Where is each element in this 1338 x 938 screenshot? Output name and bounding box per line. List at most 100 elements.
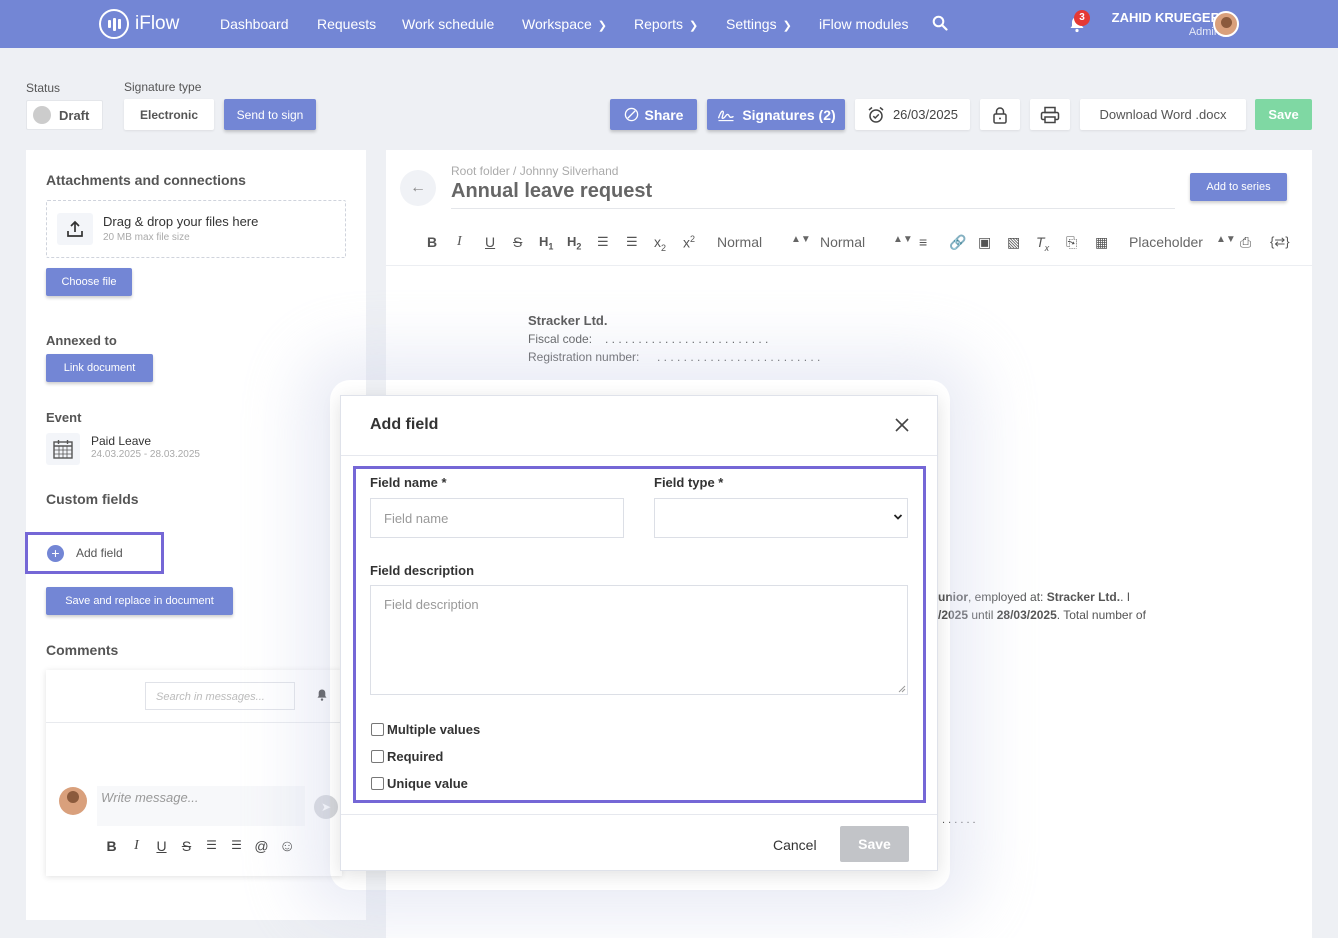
- field-description-textarea[interactable]: Field description: [370, 585, 908, 695]
- add-field-button[interactable]: + Add field: [25, 532, 164, 574]
- nav-settings[interactable]: Settings ❯: [726, 16, 792, 32]
- reminder-date-button[interactable]: 26/03/2025: [855, 99, 970, 130]
- cancel-button[interactable]: Cancel: [773, 837, 817, 853]
- download-word-button[interactable]: Download Word .docx: [1080, 99, 1246, 130]
- modal-save-button[interactable]: Save: [840, 826, 909, 862]
- required-checkbox[interactable]: [371, 750, 384, 763]
- chevron-right-icon: ❯: [689, 20, 699, 32]
- image-icon[interactable]: ▧: [1007, 234, 1020, 251]
- resize-handle-icon[interactable]: [898, 685, 906, 693]
- link-icon[interactable]: 🔗: [949, 234, 966, 251]
- format-select-1[interactable]: Normal: [717, 234, 762, 250]
- strikethrough-icon[interactable]: S: [513, 234, 522, 250]
- plus-circle-icon: +: [47, 544, 64, 562]
- field-type-select[interactable]: [654, 498, 908, 538]
- nav-iflow-modules[interactable]: iFlow modules: [819, 16, 908, 32]
- arrow-left-icon: ←: [410, 179, 426, 196]
- share-button[interactable]: Share: [610, 99, 697, 130]
- doc-frag-rest: , employed at:: [968, 590, 1047, 604]
- doc-frag-end: . I: [1120, 590, 1131, 604]
- breadcrumb[interactable]: Root folder / Johnny Silverhand: [451, 164, 618, 178]
- heading-2-icon[interactable]: H2: [567, 234, 581, 252]
- align-icon[interactable]: ≡: [919, 234, 927, 250]
- bell-icon[interactable]: [316, 688, 328, 702]
- ordered-list-icon[interactable]: ☰: [204, 838, 219, 856]
- status-value: Draft: [59, 107, 90, 123]
- subscript-icon[interactable]: x2: [654, 234, 666, 253]
- choose-file-button[interactable]: Choose file: [46, 268, 132, 296]
- send-to-sign-button[interactable]: Send to sign: [224, 99, 316, 130]
- strikethrough-icon[interactable]: S: [179, 838, 194, 856]
- variables-icon[interactable]: {⇄}: [1270, 234, 1290, 250]
- italic-icon[interactable]: I: [457, 234, 462, 250]
- format-select-2[interactable]: Normal: [820, 234, 865, 250]
- nav-workspace[interactable]: Workspace ❯: [522, 16, 607, 32]
- multiple-values-checkbox[interactable]: [371, 723, 384, 736]
- chevron-right-icon: ❯: [782, 20, 792, 32]
- signature-type-select[interactable]: Electronic: [124, 99, 214, 130]
- file-dropzone[interactable]: Drag & drop your files here 20 MB max fi…: [46, 200, 346, 258]
- signatures-button[interactable]: Signatures (2): [707, 99, 845, 130]
- link-document-button[interactable]: Link document: [46, 354, 153, 382]
- doc-company: Stracker Ltd.: [528, 313, 608, 328]
- doc-fiscal-dots: . . . . . . . . . . . . . . . . . . . . …: [605, 332, 769, 346]
- write-message-input[interactable]: Write message...: [97, 786, 305, 826]
- annexed-title: Annexed to: [46, 333, 117, 348]
- placeholder-select[interactable]: Placeholder: [1129, 234, 1203, 250]
- top-navbar: iFlow Dashboard Requests Work schedule W…: [0, 0, 1338, 48]
- document-title[interactable]: Annual leave request: [451, 180, 652, 203]
- custom-fields-title: Custom fields: [46, 491, 139, 507]
- nav-work-schedule[interactable]: Work schedule: [402, 16, 494, 32]
- upload-icon-box: [57, 213, 93, 245]
- heading-1-icon[interactable]: H1: [539, 234, 553, 252]
- nav-reports[interactable]: Reports ❯: [634, 16, 698, 32]
- table-icon[interactable]: ▦: [1095, 234, 1108, 251]
- document-sync-icon[interactable]: ⎙: [1240, 234, 1251, 251]
- search-icon[interactable]: [932, 15, 948, 31]
- save-replace-button[interactable]: Save and replace in document: [46, 587, 233, 615]
- user-name[interactable]: ZAHID KRUEGER: [1112, 10, 1220, 25]
- status-label: Status: [26, 81, 61, 95]
- page-break-icon[interactable]: ⎘: [1066, 234, 1077, 251]
- nav-dashboard[interactable]: Dashboard: [220, 16, 289, 32]
- doc-body-line-2: /2025 until 28/03/2025. Total number of: [938, 608, 1146, 622]
- close-icon[interactable]: [893, 416, 911, 434]
- iflow-logo[interactable]: iFlow: [99, 9, 179, 39]
- nav-requests[interactable]: Requests: [317, 16, 376, 32]
- underline-icon[interactable]: U: [485, 234, 495, 250]
- event-calendar-box: [46, 433, 80, 465]
- superscript-icon[interactable]: x2: [683, 234, 695, 251]
- bullet-list-icon[interactable]: ☰: [229, 838, 244, 856]
- multiple-values-option[interactable]: Multiple values: [371, 722, 480, 737]
- bold-icon[interactable]: B: [104, 838, 119, 856]
- user-avatar[interactable]: [1213, 11, 1239, 37]
- unique-value-checkbox[interactable]: [371, 777, 384, 790]
- event-name[interactable]: Paid Leave: [91, 434, 151, 448]
- required-option[interactable]: Required: [371, 749, 443, 764]
- brand-name: iFlow: [135, 13, 180, 34]
- comments-divider: [46, 722, 342, 723]
- ordered-list-icon[interactable]: ☰: [597, 234, 609, 250]
- save-button[interactable]: Save: [1255, 99, 1312, 130]
- field-name-input[interactable]: Field name: [370, 498, 624, 538]
- search-messages-input[interactable]: Search in messages...: [145, 682, 295, 710]
- emoji-icon[interactable]: ☺: [279, 838, 295, 856]
- status-select[interactable]: Draft: [26, 100, 103, 130]
- back-button[interactable]: ←: [400, 170, 436, 206]
- dropzone-subtitle: 20 MB max file size: [103, 232, 190, 243]
- lock-button[interactable]: [980, 99, 1020, 130]
- italic-icon[interactable]: I: [129, 838, 144, 856]
- video-icon[interactable]: ▣: [978, 234, 991, 251]
- add-to-series-button[interactable]: Add to series: [1190, 173, 1287, 201]
- bullet-list-icon[interactable]: ☰: [626, 234, 638, 250]
- underline-icon[interactable]: U: [154, 838, 169, 856]
- unique-value-option[interactable]: Unique value: [371, 776, 468, 791]
- bold-icon[interactable]: B: [427, 234, 437, 250]
- field-type-label: Field type *: [654, 475, 724, 490]
- status-dot: [33, 106, 51, 124]
- mention-icon[interactable]: @: [254, 838, 269, 856]
- clear-format-icon[interactable]: Tx: [1036, 234, 1049, 253]
- chevron-down-icon: [893, 514, 903, 520]
- print-button[interactable]: [1030, 99, 1070, 130]
- required-label: Required: [387, 749, 444, 764]
